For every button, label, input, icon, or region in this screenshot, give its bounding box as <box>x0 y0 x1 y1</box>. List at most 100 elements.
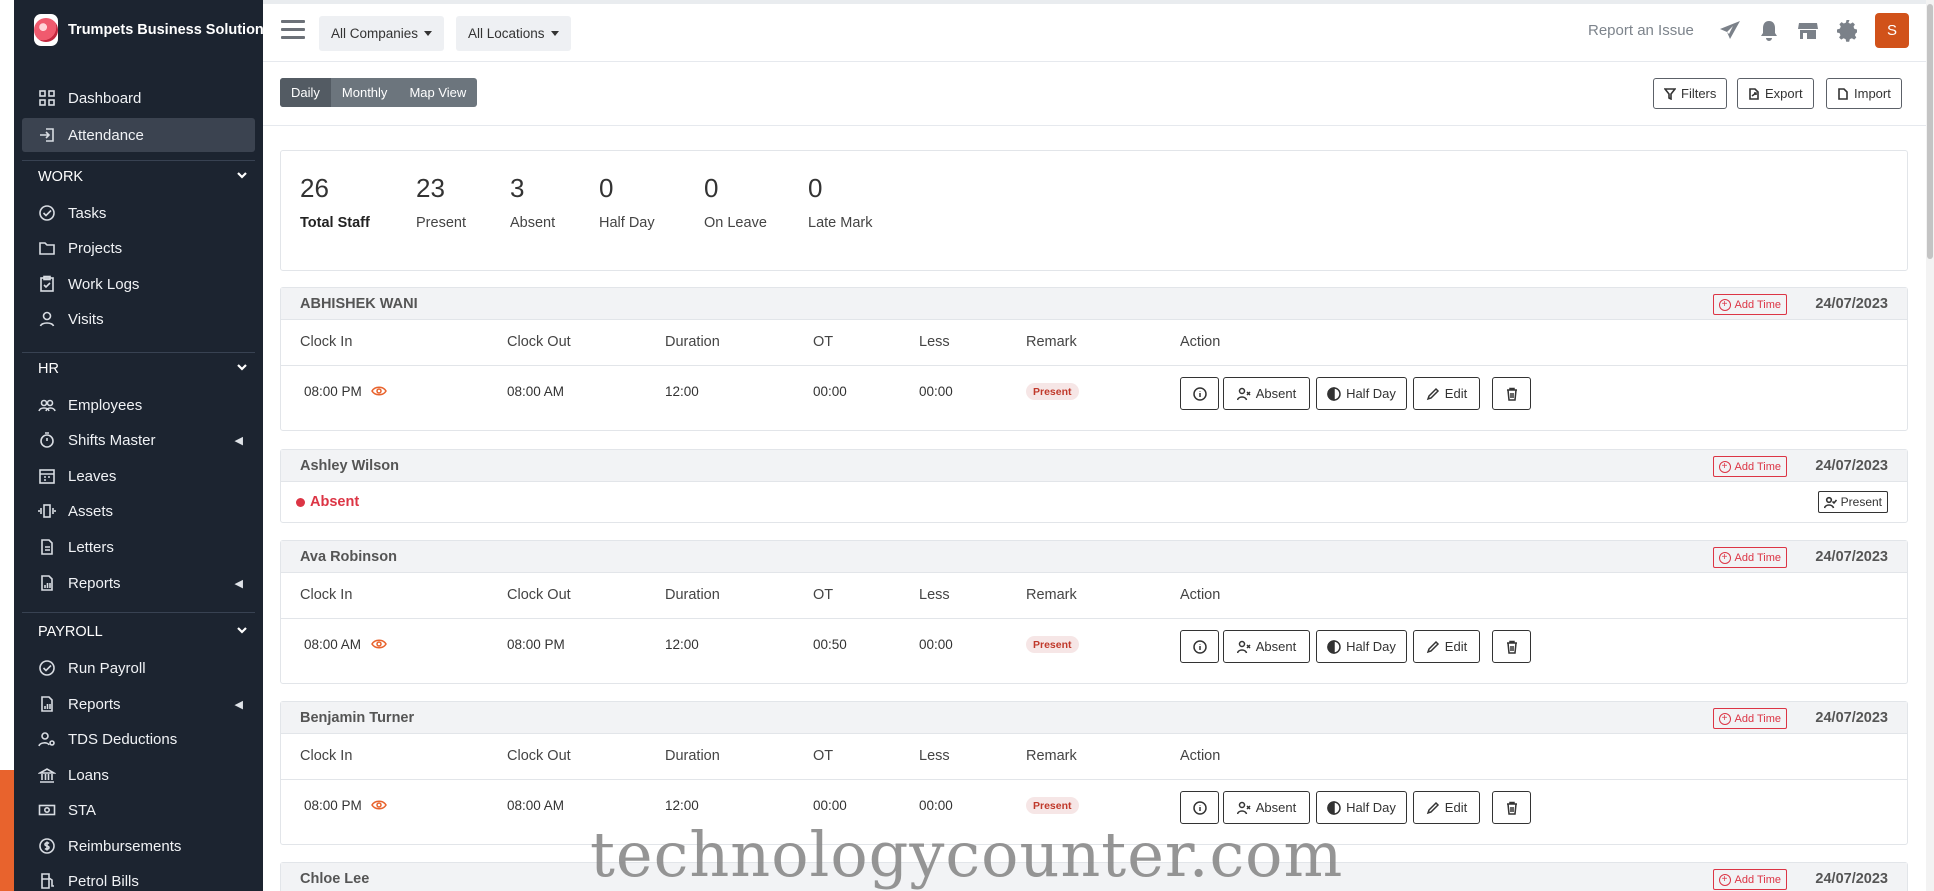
sidebar-item-work-logs[interactable]: Work Logs <box>22 267 255 301</box>
report-issue-link[interactable]: Report an Issue <box>1588 22 1694 39</box>
sidebar-item-loans[interactable]: Loans <box>22 758 255 792</box>
add-time-button[interactable]: + Add Time <box>1712 869 1787 890</box>
person-gear-icon <box>38 730 56 748</box>
attendance-card: Ava Robinson + Add Time 24/07/2023 Clock … <box>280 540 1908 684</box>
person-check-icon <box>1823 496 1837 508</box>
sidebar-item-sta[interactable]: STA <box>22 793 255 827</box>
sidebar-item-petrol-bills[interactable]: Petrol Bills <box>22 864 255 891</box>
app-root: Trumpets Business Solutions Dashboard At… <box>0 0 1934 891</box>
sidebar-item-visits[interactable]: Visits <box>22 302 255 336</box>
sidebar-item-tasks[interactable]: Tasks <box>22 196 255 230</box>
sidebar-item-tds-deductions[interactable]: TDS Deductions <box>22 722 255 756</box>
stat-label: Half Day <box>599 215 655 231</box>
stat-label: Present <box>416 215 466 231</box>
sidebar-item-assets[interactable]: Assets <box>22 494 255 528</box>
sidebar-item-employees[interactable]: Employees <box>22 388 255 422</box>
sidebar-item-letters[interactable]: Letters <box>22 530 255 564</box>
eye-icon[interactable] <box>371 385 387 400</box>
column-header: Action <box>1180 334 1221 350</box>
stat-label: Total Staff <box>300 215 370 231</box>
section-hr[interactable]: HR <box>38 361 248 377</box>
plus-circle-icon: + <box>1718 873 1731 886</box>
brand-logo <box>34 14 58 46</box>
button-label: Half Day <box>1346 639 1396 654</box>
left-edge-strip <box>0 0 14 891</box>
stat-value: 0 <box>808 173 823 203</box>
gear-icon[interactable] <box>1836 19 1860 43</box>
button-label: Add Time <box>1734 873 1781 886</box>
delete-button[interactable] <box>1492 791 1531 824</box>
person-x-icon <box>1236 801 1251 814</box>
view-tabs: Daily Monthly Map View <box>280 78 478 107</box>
employee-name[interactable]: Benjamin Turner <box>300 710 414 726</box>
filters-button[interactable]: Filters <box>1653 78 1728 109</box>
employee-name[interactable]: Ashley Wilson <box>300 458 399 474</box>
section-payroll[interactable]: PAYROLL <box>38 624 248 640</box>
employee-name[interactable]: ABHISHEK WANI <box>300 296 418 312</box>
employee-name[interactable]: Chloe Lee <box>300 871 369 887</box>
location-filter-dropdown[interactable]: All Locations <box>456 16 571 51</box>
edit-button[interactable]: Edit <box>1413 377 1480 410</box>
caret-left-icon: ◀ <box>234 577 243 590</box>
tab-map-view[interactable]: Map View <box>398 78 477 107</box>
sidebar-item-label: Tasks <box>68 204 107 222</box>
sidebar-item-label: Petrol Bills <box>68 872 139 890</box>
export-button[interactable]: Export <box>1737 78 1814 109</box>
delete-button[interactable] <box>1492 377 1531 410</box>
tab-monthly[interactable]: Monthly <box>331 78 399 107</box>
person-icon <box>38 310 56 328</box>
scrollbar-thumb[interactable] <box>1927 4 1933 259</box>
sidebar-item-leaves[interactable]: Leaves <box>22 459 255 493</box>
sidebar-item-run-payroll[interactable]: Run Payroll <box>22 651 255 685</box>
table-header-row: Clock In Clock Out Duration OT Less Rema… <box>281 573 1907 619</box>
dropdown-label: All Locations <box>468 26 545 41</box>
button-label: Add Time <box>1734 712 1781 725</box>
report-icon <box>38 574 56 592</box>
mark-absent-button[interactable]: Absent <box>1223 630 1310 663</box>
add-time-button[interactable]: + Add Time <box>1712 294 1787 315</box>
sidebar-item-hr-reports[interactable]: Reports ◀ <box>22 566 255 600</box>
half-day-button[interactable]: Half Day <box>1316 377 1407 410</box>
user-avatar[interactable]: S <box>1875 13 1909 48</box>
info-button[interactable] <box>1180 377 1219 410</box>
main-content: 26 Total Staff 23 Present 3 Absent 0 Hal… <box>263 126 1926 891</box>
sidebar-item-payroll-reports[interactable]: Reports ◀ <box>22 687 255 721</box>
add-time-button[interactable]: + Add Time <box>1712 456 1787 477</box>
half-circle-icon <box>1327 386 1341 401</box>
employee-name[interactable]: Ava Robinson <box>300 549 397 565</box>
sidebar-item-reimbursements[interactable]: Reimbursements <box>22 829 255 863</box>
add-time-button[interactable]: + Add Time <box>1712 547 1787 568</box>
hamburger-menu-icon[interactable] <box>281 20 305 40</box>
edit-button[interactable]: Edit <box>1413 630 1480 663</box>
company-filter-dropdown[interactable]: All Companies <box>319 16 445 51</box>
store-icon[interactable] <box>1796 19 1820 43</box>
clipboard-icon <box>38 275 56 293</box>
mark-present-button[interactable]: Present <box>1817 491 1888 513</box>
edit-button[interactable]: Edit <box>1413 791 1480 824</box>
bell-icon[interactable] <box>1757 19 1781 43</box>
clock-in-value: 08:00 AM <box>304 637 362 652</box>
info-button[interactable] <box>1180 630 1219 663</box>
sidebar-item-projects[interactable]: Projects <box>22 231 255 265</box>
scrollbar[interactable] <box>1926 0 1934 891</box>
tab-daily[interactable]: Daily <box>280 78 331 107</box>
sidebar-item-shifts-master[interactable]: Shifts Master ◀ <box>22 423 255 457</box>
sidebar-item-attendance[interactable]: Attendance <box>22 118 255 152</box>
stat-label: On Leave <box>704 215 767 231</box>
duration-value: 12:00 <box>665 637 699 652</box>
stat-on-leave: 0 On Leave <box>704 173 767 231</box>
add-time-button[interactable]: + Add Time <box>1712 708 1787 729</box>
card-header: Benjamin Turner + Add Time 24/07/2023 <box>281 702 1907 734</box>
send-icon[interactable] <box>1718 19 1742 43</box>
sidebar-item-label: STA <box>68 801 97 819</box>
section-work[interactable]: WORK <box>38 169 248 185</box>
sidebar-item-dashboard[interactable]: Dashboard <box>22 81 255 115</box>
import-button[interactable]: Import <box>1826 78 1902 109</box>
delete-button[interactable] <box>1492 630 1531 663</box>
remark-badge: Present <box>1026 636 1079 653</box>
mark-absent-button[interactable]: Absent <box>1223 377 1310 410</box>
brand[interactable]: Trumpets Business Solutions <box>14 0 263 60</box>
eye-icon[interactable] <box>371 638 387 653</box>
half-day-button[interactable]: Half Day <box>1316 630 1407 663</box>
eye-icon[interactable] <box>371 799 387 814</box>
